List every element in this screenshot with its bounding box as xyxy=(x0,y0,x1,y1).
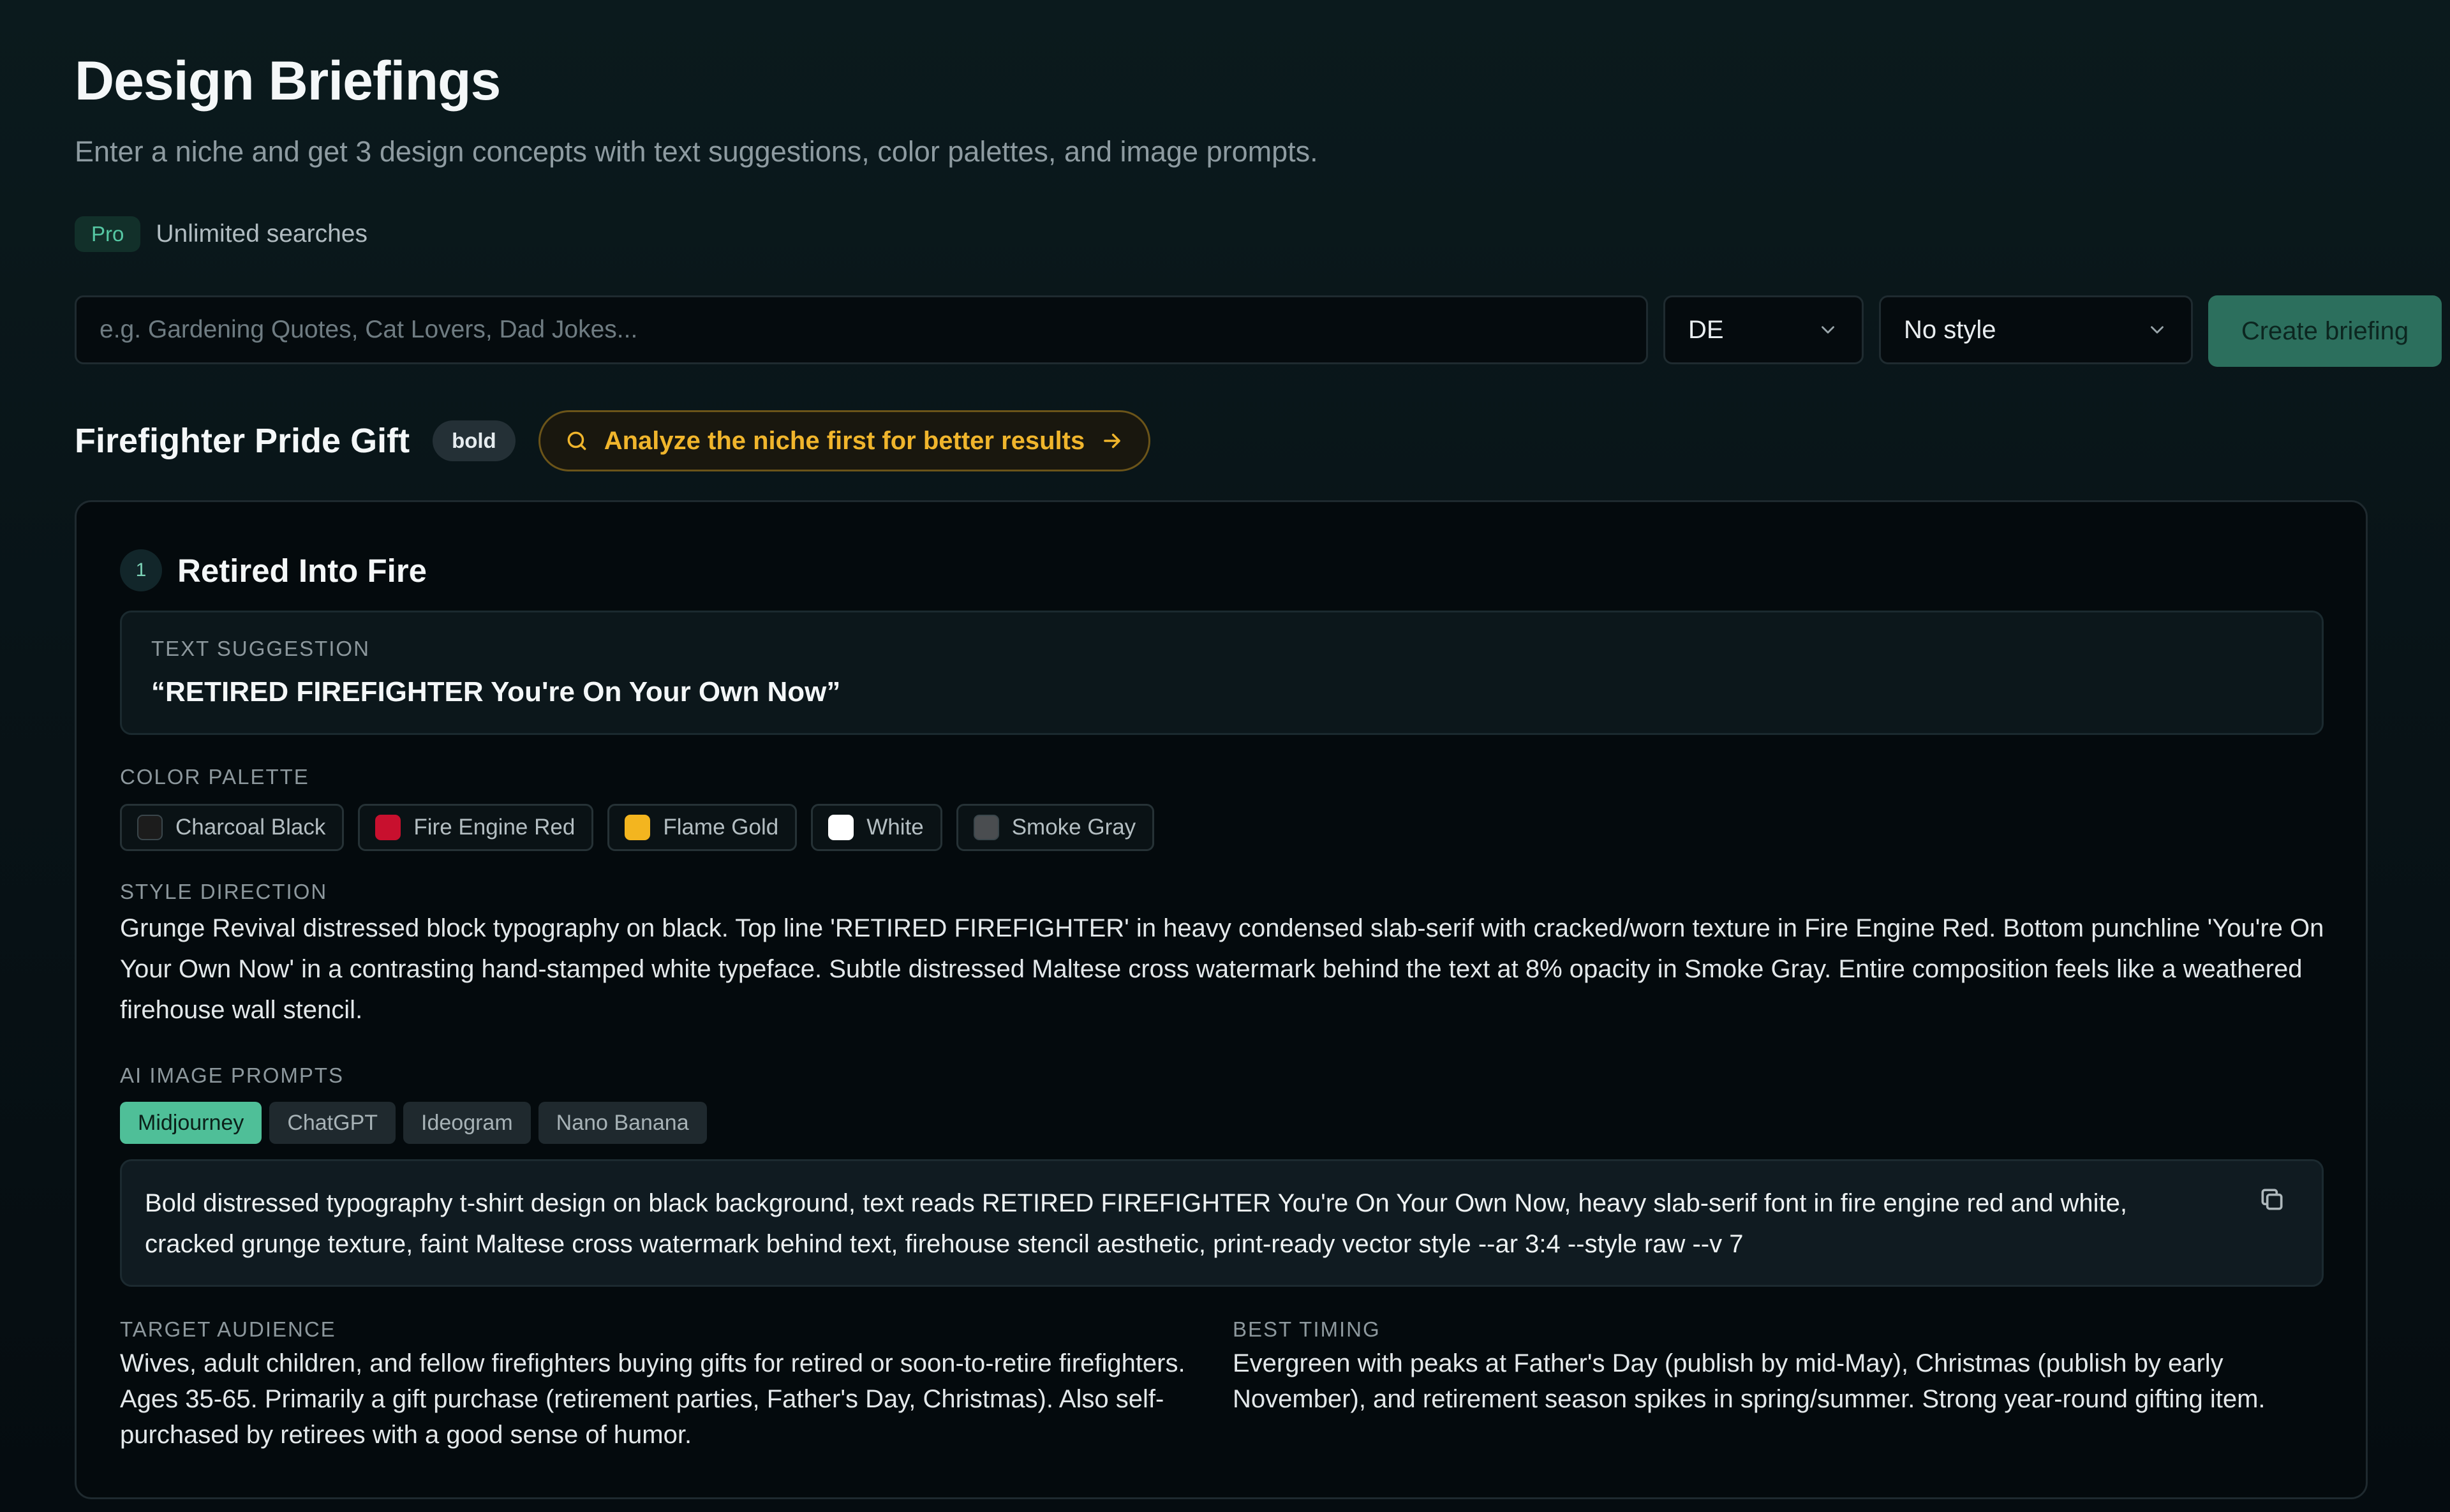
style-tag-badge: bold xyxy=(433,420,516,461)
color-swatch xyxy=(973,815,999,840)
text-suggestion: “RETIRED FIREFIGHTER You're On Your Own … xyxy=(151,676,841,708)
analyze-niche-button[interactable]: Analyze the niche first for better resul… xyxy=(538,410,1151,471)
color-chip: Smoke Gray xyxy=(956,804,1155,851)
color-palette-label: Color Palette xyxy=(120,765,309,789)
color-name: White xyxy=(866,815,924,840)
tab-chatgpt[interactable]: ChatGPT xyxy=(269,1102,396,1144)
color-swatch xyxy=(625,815,651,840)
plan-status: Pro Unlimited searches xyxy=(75,216,368,252)
color-swatch xyxy=(375,815,401,840)
concept-number: 1 xyxy=(120,549,162,591)
color-palette: Charcoal Black Fire Engine Red Flame Gol… xyxy=(120,804,1168,851)
search-icon xyxy=(567,431,586,450)
chevron-down-icon xyxy=(2151,326,2164,334)
prompt-box: Bold distressed typography t-shirt desig… xyxy=(120,1159,2324,1287)
page-subtitle: Enter a niche and get 3 design concepts … xyxy=(75,135,1318,168)
style-direction-label: Style Direction xyxy=(120,880,328,903)
language-select-value: DE xyxy=(1688,315,1724,344)
niche-header: Firefighter Pride Gift bold Analyze the … xyxy=(75,410,1151,471)
tab-midjourney[interactable]: Midjourney xyxy=(120,1102,262,1144)
color-name: Charcoal Black xyxy=(175,815,326,840)
pro-badge: Pro xyxy=(75,216,141,252)
copy-icon[interactable] xyxy=(2258,1185,2286,1213)
tab-nano-banana[interactable]: Nano Banana xyxy=(538,1102,707,1144)
language-select[interactable]: DE xyxy=(1663,295,1864,364)
color-chip: Fire Engine Red xyxy=(358,804,594,851)
text-suggestion-box: Text Suggestion “RETIRED FIREFIGHTER You… xyxy=(120,611,2324,735)
tab-ideogram[interactable]: Ideogram xyxy=(403,1102,531,1144)
color-swatch xyxy=(137,815,163,840)
text-suggestion-label: Text Suggestion xyxy=(151,637,370,660)
concept-title: Retired Into Fire xyxy=(177,552,427,589)
best-timing-label: Best Timing xyxy=(1233,1317,1381,1341)
prompt-tabs: Midjourney ChatGPT Ideogram Nano Banana xyxy=(120,1102,715,1144)
target-audience-text: Wives, adult children, and fellow firefi… xyxy=(120,1349,1185,1449)
color-chip: Charcoal Black xyxy=(120,804,345,851)
target-audience-label: Target Audience xyxy=(120,1317,336,1341)
concept-header: 1 Retired Into Fire xyxy=(120,548,427,593)
style-direction-text: Grunge Revival distressed block typograp… xyxy=(120,914,2324,1024)
create-briefing-button[interactable]: Create briefing xyxy=(2208,295,2442,367)
plan-text: Unlimited searches xyxy=(156,220,368,248)
niche-title: Firefighter Pride Gift xyxy=(75,422,410,460)
color-name: Smoke Gray xyxy=(1011,815,1136,840)
arrow-right-icon xyxy=(1104,433,1121,448)
color-swatch xyxy=(828,815,854,840)
best-timing-text: Evergreen with peaks at Father's Day (pu… xyxy=(1233,1349,2266,1413)
ai-prompts-label: AI Image Prompts xyxy=(120,1064,345,1087)
chevron-down-icon xyxy=(1822,326,1834,334)
page-title: Design Briefings xyxy=(75,50,501,112)
color-name: Flame Gold xyxy=(663,815,779,840)
color-chip: White xyxy=(811,804,942,851)
briefing-controls: DE No style Create briefing xyxy=(75,295,2442,367)
niche-search-input[interactable] xyxy=(75,295,1648,364)
style-select-value: No style xyxy=(1904,315,1996,344)
color-name: Fire Engine Red xyxy=(413,815,575,840)
style-select[interactable]: No style xyxy=(1879,295,2193,364)
color-chip: Flame Gold xyxy=(607,804,798,851)
concept-card: 1 Retired Into Fire Text Suggestion “RET… xyxy=(75,500,2368,1499)
analyze-niche-label: Analyze the niche first for better resul… xyxy=(604,426,1085,455)
prompt-text: Bold distressed typography t-shirt desig… xyxy=(145,1189,2127,1258)
